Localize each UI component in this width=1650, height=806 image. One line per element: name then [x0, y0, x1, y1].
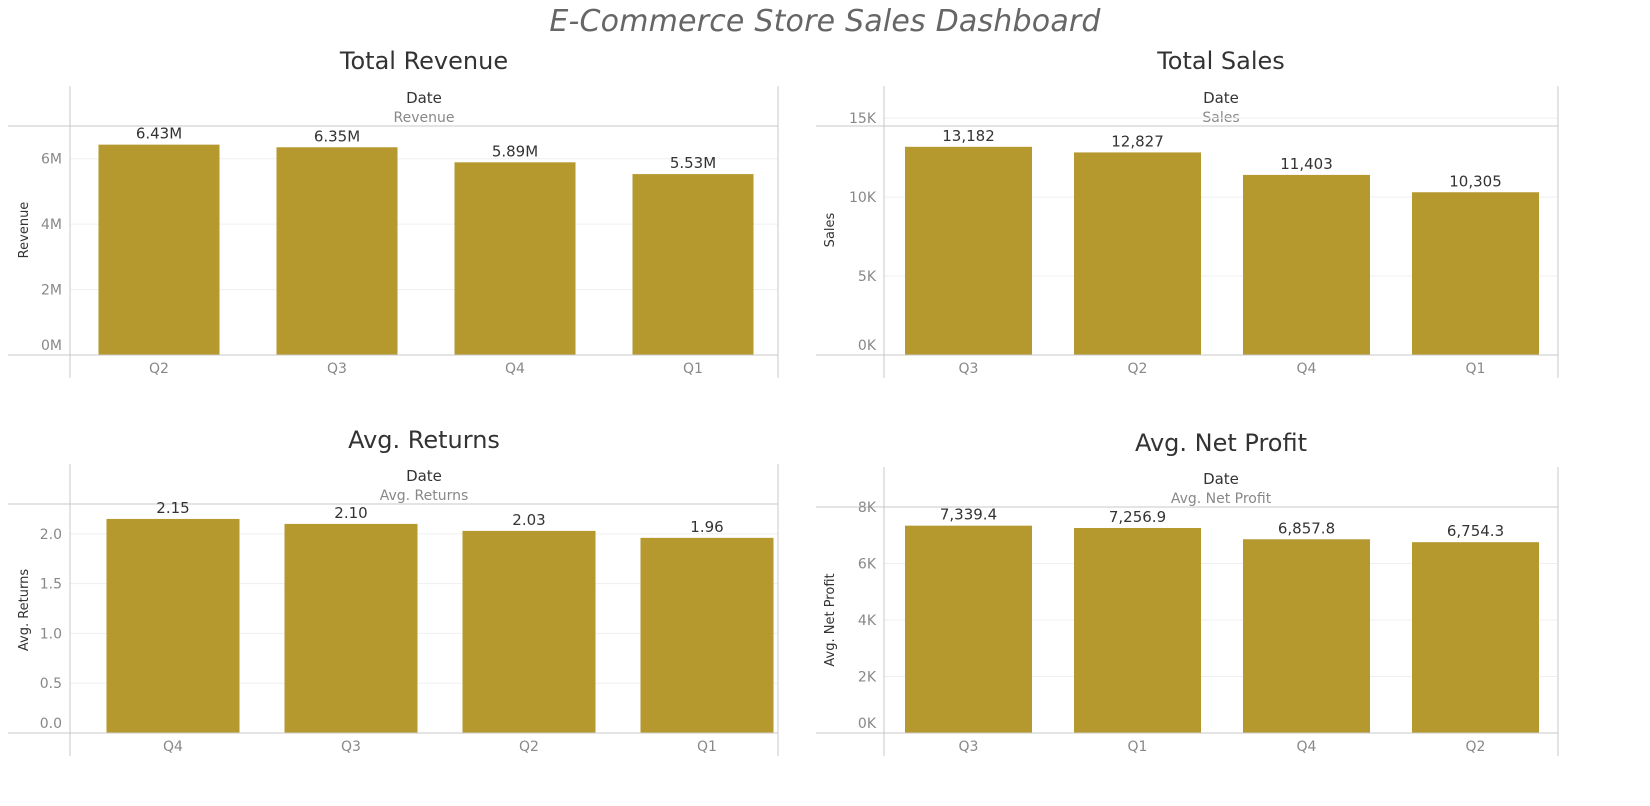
y-axis-label: Avg. Net Profit — [823, 573, 838, 666]
x-tick-label: Q2 — [1128, 361, 1148, 377]
bar — [632, 174, 754, 355]
y-tick-label: 2.0 — [40, 527, 62, 543]
chart-svg: Avg. Returns Date Avg. Returns 2.15 Q4 2.10 Q3… — [8, 426, 779, 756]
data-label: 11,403 — [1280, 155, 1333, 173]
data-label: 5.53M — [670, 154, 716, 172]
x-tick-label: Q4 — [163, 739, 183, 755]
chart-panel-avg-net-profit: Avg. Net Profit Date Avg. Net Profit 7,339.… — [808, 420, 1633, 800]
chart-panel-total-revenue: Total Revenue Date Revenue 6.43M Q2 6.35M Q3 5.… — [0, 40, 825, 420]
data-label: 2.10 — [334, 504, 367, 522]
chart-svg: Total Revenue Date Revenue 6.43M Q2 6.35M Q3 5.… — [8, 47, 779, 378]
data-label: 6.43M — [136, 125, 182, 143]
chart-svg: Total Sales Date Sales 13,182 Q3 12,827 Q2 11,4… — [816, 47, 1559, 378]
x-tick-label: Q1 — [1466, 361, 1486, 377]
measure-header: Avg. Returns — [380, 488, 469, 504]
x-tick-label: Q1 — [683, 361, 703, 377]
data-label: 7,256.9 — [1109, 508, 1166, 526]
data-label: 13,182 — [942, 127, 995, 145]
y-tick-label: 0.0 — [40, 716, 62, 732]
x-tick-label: Q2 — [1466, 739, 1486, 755]
x-tick-label: Q4 — [505, 361, 525, 377]
y-tick-label: 6M — [41, 152, 62, 168]
x-tick-label: Q4 — [1297, 739, 1317, 755]
bar — [1412, 192, 1539, 355]
y-axis-label: Avg. Returns — [17, 569, 32, 651]
chart-title: Avg. Returns — [348, 426, 500, 454]
column-header: Date — [406, 89, 442, 107]
y-tick-label: 0K — [858, 716, 877, 732]
y-tick-label: 4M — [41, 217, 62, 233]
bar — [905, 146, 1032, 355]
chart-title: Avg. Net Profit — [1135, 429, 1307, 457]
y-tick-label: 0M — [41, 338, 62, 354]
data-label: 6,754.3 — [1447, 522, 1504, 540]
chart-panel-total-sales: Total Sales Date Sales 13,182 Q3 12,827 Q2 11,4… — [808, 40, 1633, 420]
y-tick-label: 4K — [858, 613, 877, 629]
bar — [1243, 539, 1370, 733]
y-tick-label: 1.5 — [40, 577, 62, 593]
x-tick-label: Q2 — [149, 361, 169, 377]
y-tick-label: 0K — [858, 338, 877, 354]
bar — [284, 523, 418, 733]
x-tick-label: Q4 — [1297, 361, 1317, 377]
x-tick-label: Q3 — [327, 361, 347, 377]
chart-title: Total Revenue — [339, 47, 508, 75]
data-label: 1.96 — [690, 518, 723, 536]
y-tick-label: 2M — [41, 283, 62, 299]
y-tick-label: 10K — [849, 190, 877, 206]
x-tick-label: Q3 — [341, 739, 361, 755]
dashboard-title: E-Commerce Store Sales Dashboard — [549, 4, 1101, 39]
y-tick-label: 6K — [858, 557, 877, 573]
chart-title: Total Sales — [1156, 47, 1285, 75]
measure-header: Revenue — [394, 110, 455, 126]
x-tick-label: Q1 — [1128, 739, 1148, 755]
x-tick-label: Q1 — [697, 739, 717, 755]
measure-header: Avg. Net Profit — [1171, 491, 1272, 507]
y-tick-label: 8K — [858, 500, 877, 516]
data-label: 5.89M — [492, 142, 538, 160]
data-label: 12,827 — [1111, 132, 1164, 150]
data-label: 2.15 — [156, 499, 189, 517]
data-label: 6.35M — [314, 127, 360, 145]
x-tick-label: Q2 — [519, 739, 539, 755]
y-axis-label: Revenue — [17, 202, 32, 259]
data-label: 2.03 — [512, 511, 545, 529]
chart-svg: Avg. Net Profit Date Avg. Net Profit 7,339.… — [816, 429, 1559, 756]
chart-panel-avg-returns: Avg. Returns Date Avg. Returns 2.15 Q4 2.10 Q3… — [0, 420, 825, 800]
bar — [1074, 527, 1201, 733]
bar — [276, 147, 398, 355]
bar — [1412, 542, 1539, 733]
data-label: 7,339.4 — [940, 506, 997, 524]
y-tick-label: 2K — [858, 670, 877, 686]
y-tick-label: 5K — [858, 269, 877, 285]
bar — [640, 537, 774, 733]
y-axis-label: Sales — [823, 212, 838, 247]
bar — [98, 144, 220, 355]
column-header: Date — [1203, 470, 1239, 488]
y-tick-label: 0.5 — [40, 676, 62, 692]
bar — [905, 525, 1032, 733]
bar — [106, 518, 240, 733]
bar — [462, 530, 596, 733]
column-header: Date — [1203, 89, 1239, 107]
x-tick-label: Q3 — [959, 739, 979, 755]
bar — [1243, 174, 1370, 355]
x-tick-label: Q3 — [959, 361, 979, 377]
bar — [1074, 152, 1201, 355]
data-label: 6,857.8 — [1278, 519, 1335, 537]
column-header: Date — [406, 467, 442, 485]
data-label: 10,305 — [1449, 172, 1502, 190]
bar — [454, 162, 576, 355]
y-tick-label: 1.0 — [40, 626, 62, 642]
y-tick-label: 15K — [849, 111, 877, 127]
